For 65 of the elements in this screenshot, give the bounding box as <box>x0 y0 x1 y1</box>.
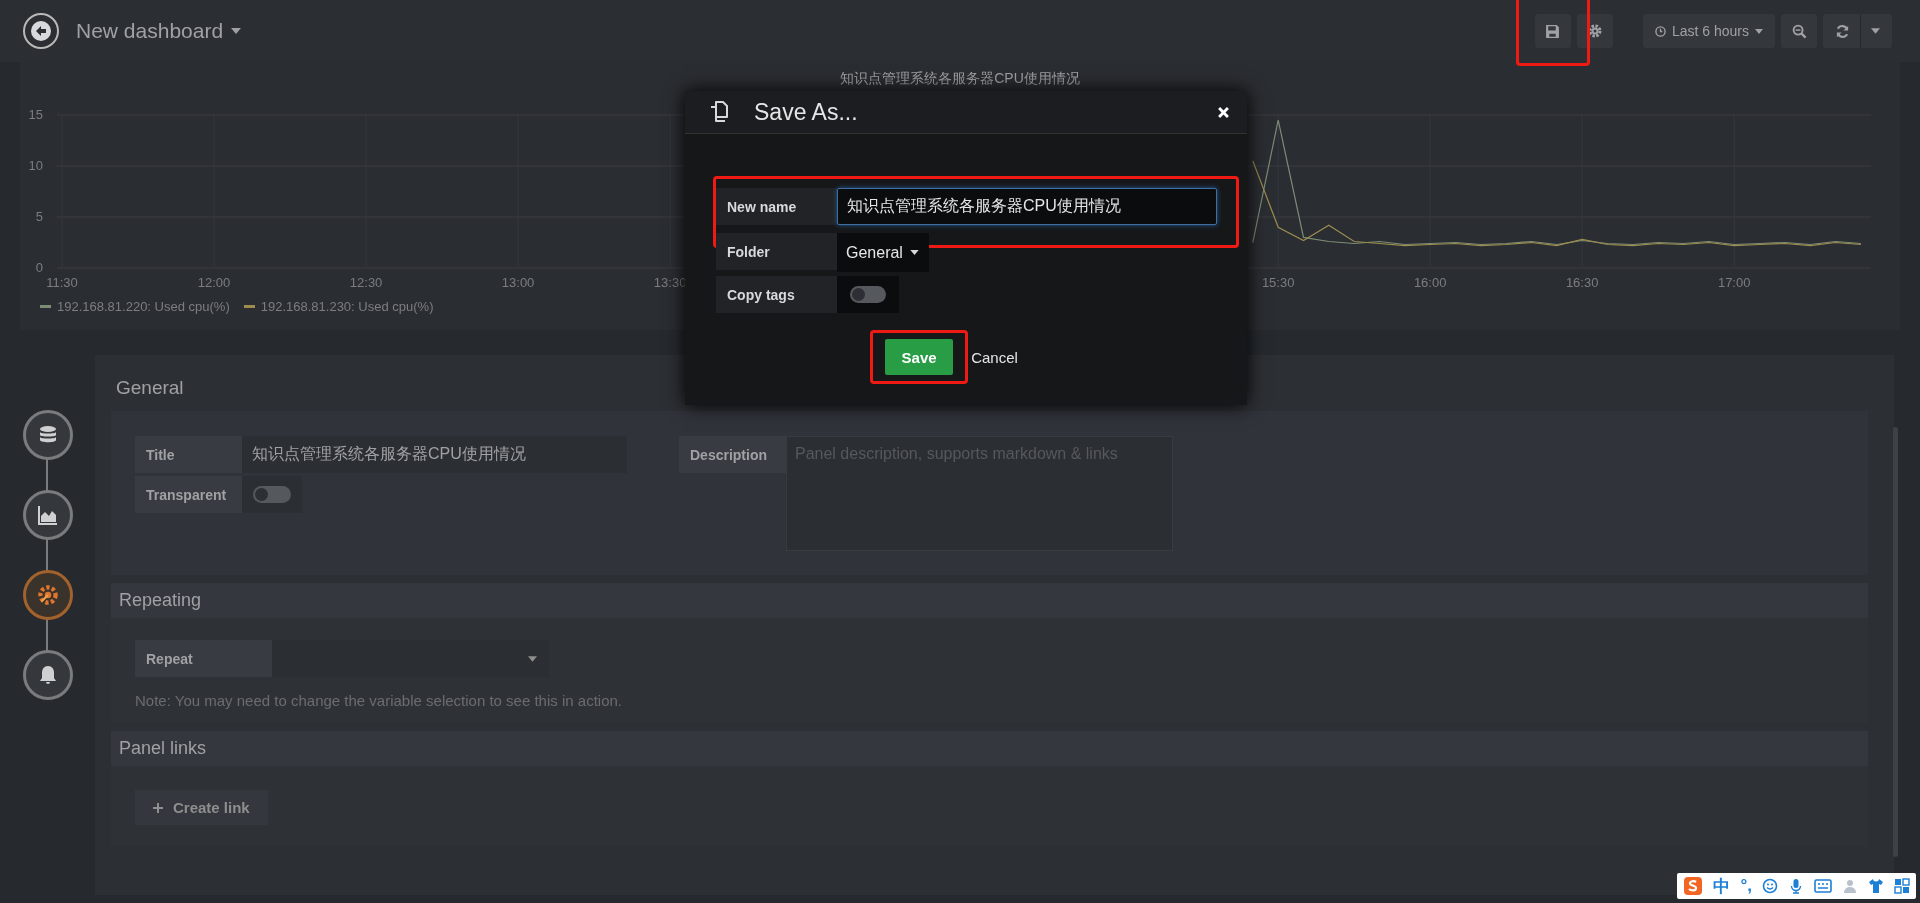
time-range-button[interactable]: Last 6 hours <box>1642 14 1775 48</box>
x-axis-label: 12:30 <box>349 275 383 290</box>
legend-label[interactable]: 192.168.81.220: Used cpu(%) <box>57 299 230 314</box>
x-axis-label: 13:00 <box>501 275 535 290</box>
input-mode-indicator[interactable]: 中 <box>1713 874 1731 898</box>
y-axis-label: 15 <box>28 107 43 122</box>
save-button[interactable] <box>1534 14 1571 48</box>
field-label: Title <box>135 436 242 473</box>
save-icon <box>1545 23 1561 39</box>
caret-icon[interactable] <box>231 28 242 34</box>
section-heading: Panel links <box>111 731 1868 766</box>
save-button[interactable]: Save <box>885 339 954 375</box>
dashboard-title[interactable]: New dashboard <box>76 19 224 43</box>
smiley-icon[interactable] <box>1762 878 1778 894</box>
section-heading: General <box>115 376 184 400</box>
refresh-icon <box>1835 23 1850 39</box>
field-label: Folder <box>716 233 837 270</box>
scrollbar[interactable] <box>1893 427 1898 857</box>
y-axis-label: 5 <box>35 209 43 224</box>
clock-icon <box>1654 25 1666 37</box>
title-input[interactable]: 知识点管理系统各服务器CPU使用情况 <box>242 436 627 473</box>
transparent-toggle[interactable] <box>242 476 302 513</box>
copy-tags-toggle[interactable] <box>837 276 899 313</box>
caret-icon <box>528 655 537 662</box>
x-axis-label: 11:30 <box>46 275 78 290</box>
name-input[interactable]: 知识点管理系统各服务器CPU使用情况 <box>837 188 1217 225</box>
cancel-link[interactable]: Cancel <box>971 348 1018 366</box>
help-note: Note: You may need to change the variable selection to see this in action. <box>135 692 623 709</box>
alert-step-icon[interactable] <box>22 650 73 700</box>
refresh-button[interactable] <box>1823 14 1892 48</box>
field-label: New name <box>716 188 837 225</box>
field-label: Repeat <box>135 640 272 677</box>
x-axis-label: 12:00 <box>197 275 231 290</box>
x-axis-label: 16:30 <box>1565 275 1599 290</box>
legend-label[interactable]: 192.168.81.230: Used cpu(%) <box>260 299 434 314</box>
y-axis-label: 0 <box>35 260 43 275</box>
settings-button[interactable] <box>1576 14 1613 48</box>
section-heading: Repeating <box>111 583 1868 618</box>
field-label: Transparent <box>135 476 242 513</box>
panel-title[interactable]: 知识点管理系统各服务器CPU使用情况 <box>20 62 1900 98</box>
grid-icon[interactable] <box>1894 878 1910 894</box>
microphone-icon[interactable] <box>1788 878 1804 894</box>
x-axis-label: 15:30 <box>1261 275 1295 290</box>
x-axis-label: 16:00 <box>1413 275 1447 290</box>
caret-icon <box>1755 28 1763 34</box>
y-axis-label: 10 <box>28 158 43 173</box>
plus-icon <box>153 802 163 813</box>
punctuation-mode-indicator[interactable]: °, <box>1740 876 1752 896</box>
field-label: Copy tags <box>716 276 837 313</box>
zoom-out-icon <box>1791 23 1807 39</box>
zoom-out-button[interactable] <box>1781 14 1817 48</box>
visualization-step-icon[interactable] <box>22 490 73 540</box>
dialog-title: Save As... <box>754 98 859 126</box>
ime-logo-icon[interactable] <box>1683 876 1704 896</box>
keyboard-icon[interactable] <box>1814 879 1832 893</box>
caret-icon <box>909 250 919 255</box>
shirt-icon[interactable] <box>1868 878 1884 894</box>
general-step-icon[interactable] <box>22 570 73 620</box>
field-label: Description <box>679 436 786 473</box>
create-link-button[interactable]: Create link <box>135 790 268 825</box>
caret-icon <box>1871 28 1880 34</box>
x-axis-label: 17:00 <box>1717 275 1751 290</box>
folder-select[interactable]: General <box>837 233 929 272</box>
queries-step-icon[interactable] <box>22 410 73 460</box>
close-icon[interactable] <box>1218 106 1229 118</box>
